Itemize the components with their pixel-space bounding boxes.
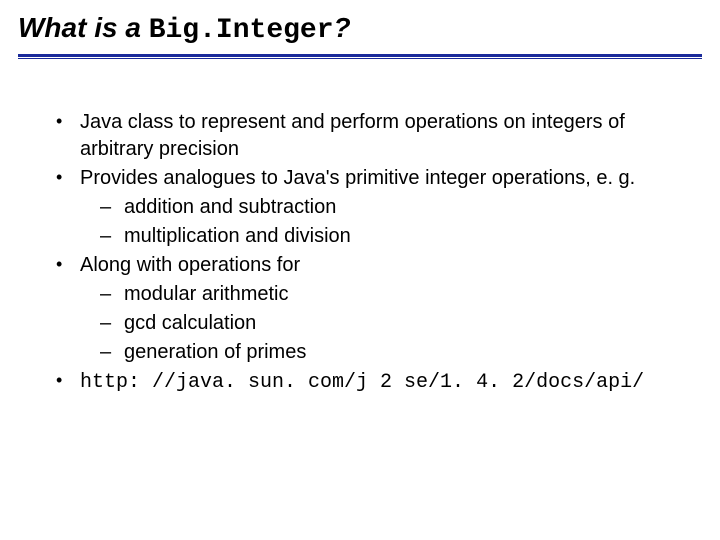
bullet-text: Java class to represent and perform oper… — [80, 111, 625, 160]
bullet-text: Provides analogues to Java's primitive i… — [80, 167, 635, 189]
sub-bullet-text: generation of primes — [124, 341, 306, 363]
sub-bullet-text: gcd calculation — [124, 312, 256, 334]
sub-bullet-text: modular arithmetic — [124, 283, 289, 305]
slide-title: What is a Big.Integer? — [18, 12, 702, 52]
slide: What is a Big.Integer? Java class to rep… — [0, 0, 720, 540]
bullet-item: Along with operations for modular arithm… — [56, 252, 682, 366]
sub-bullet-text: addition and subtraction — [124, 196, 336, 218]
title-mono: Big.Integer — [149, 15, 334, 46]
sub-bullet-text: multiplication and division — [124, 225, 351, 247]
sub-bullet-item: generation of primes — [100, 339, 682, 366]
sub-bullet-item: multiplication and division — [100, 223, 682, 250]
slide-content: Java class to represent and perform oper… — [18, 59, 702, 396]
sub-bullet-item: addition and subtraction — [100, 194, 682, 221]
sub-bullet-item: modular arithmetic — [100, 281, 682, 308]
sub-bullet-list: modular arithmetic gcd calculation gener… — [80, 281, 682, 366]
bullet-item: http: //java. sun. com/j 2 se/1. 4. 2/do… — [56, 368, 682, 396]
title-suffix: ? — [334, 12, 351, 43]
bullet-item: Java class to represent and perform oper… — [56, 109, 682, 163]
title-prefix: What is a — [18, 12, 149, 43]
bullet-text: Along with operations for — [80, 254, 300, 276]
bullet-item: Provides analogues to Java's primitive i… — [56, 165, 682, 250]
sub-bullet-list: addition and subtraction multiplication … — [80, 194, 682, 250]
bullet-text-mono: http: //java. sun. com/j 2 se/1. 4. 2/do… — [80, 371, 644, 394]
bullet-list: Java class to represent and perform oper… — [38, 109, 682, 396]
sub-bullet-item: gcd calculation — [100, 310, 682, 337]
